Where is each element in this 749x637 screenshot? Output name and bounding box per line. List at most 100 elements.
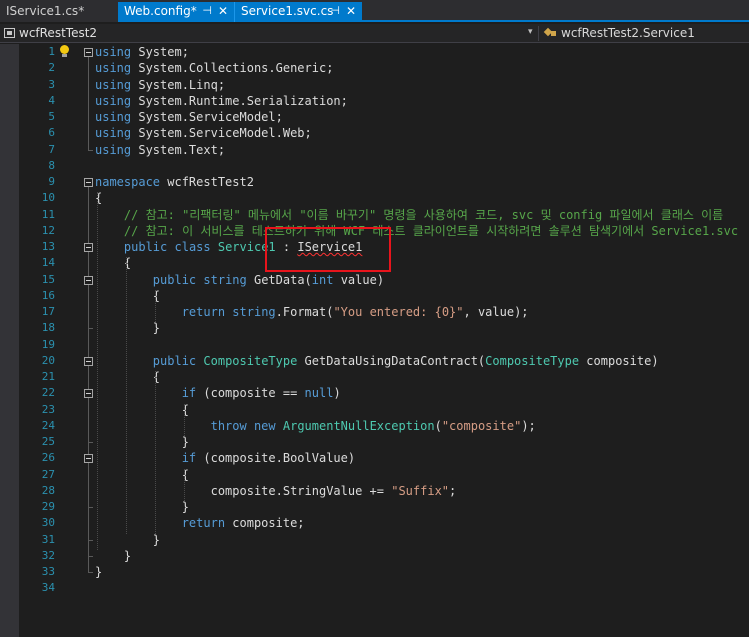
code-line: public string GetData(int value) [95, 272, 384, 288]
line-number: 1 [48, 45, 55, 58]
outline-line [88, 284, 89, 329]
tab-label: IService1.cs* [6, 4, 85, 18]
code-token: return [181, 305, 226, 319]
code-token: using [95, 126, 132, 141]
code-area[interactable]: using System; using System.Collections.Ge… [95, 44, 749, 637]
tab-service1-svc-cs[interactable]: Service1.svc.cs ⊣ ✕ [234, 2, 362, 22]
line-number: 26 [41, 451, 55, 465]
code-token: composite; [225, 516, 305, 531]
code-token: string [232, 305, 276, 319]
code-token: } [95, 565, 103, 579]
chevron-down-icon[interactable]: ▾ [528, 27, 533, 37]
lightbulb-icon[interactable] [59, 45, 69, 59]
code-line: } [95, 499, 189, 515]
tab-iservice1-cs[interactable]: IService1.cs* [0, 2, 118, 22]
outline-line [88, 398, 89, 442]
outline-end [88, 555, 93, 557]
code-token: composite) [579, 353, 659, 368]
line-number: 31 [41, 532, 55, 546]
code-line: // 참고: 이 서비스를 테스트하기 위해 WCF 테스트 클라이언트를 시작… [95, 223, 738, 239]
code-token: System.ServiceModel.Web; [131, 126, 312, 141]
code-token: { [95, 288, 161, 303]
code-token: CompositeType [203, 353, 298, 368]
collapse-icon[interactable] [84, 356, 93, 366]
code-token: { [95, 191, 103, 206]
line-number: 9 [48, 175, 55, 188]
code-token: "You entered: {0}" [333, 305, 464, 319]
code-token: "composite" [441, 418, 522, 433]
indent-guide [154, 371, 156, 534]
code-line: } [95, 564, 102, 580]
collapse-icon[interactable] [84, 454, 93, 464]
line-number: 15 [41, 272, 55, 286]
collapse-icon[interactable] [84, 275, 93, 285]
outline-end [88, 328, 93, 330]
code-token: public [152, 272, 197, 287]
line-number: 33 [41, 565, 55, 578]
line-number: 7 [48, 142, 55, 156]
code-token: { [95, 467, 189, 482]
code-token: new [253, 418, 276, 433]
code-line: { [95, 467, 189, 483]
line-number: 2 [48, 61, 55, 75]
collapse-icon[interactable] [84, 48, 93, 57]
outline-end [88, 442, 93, 443]
code-token: System.Text; [131, 142, 226, 157]
outline-line [88, 57, 89, 150]
line-number: 4 [48, 93, 55, 107]
collapse-icon[interactable] [84, 178, 93, 187]
pin-icon[interactable]: ⊣ [330, 2, 340, 20]
close-icon[interactable]: ✕ [218, 2, 228, 20]
member-dropdown[interactable]: wcfRestTest2.Service1 [545, 24, 695, 43]
line-number: 13 [41, 240, 55, 253]
code-line: } [95, 434, 189, 450]
code-token: , value); [463, 305, 529, 319]
code-token: "Suffix" [391, 483, 450, 498]
code-line: } [95, 548, 131, 564]
pin-icon[interactable]: ⊣ [202, 2, 212, 20]
outline-end [88, 149, 93, 151]
code-line: if (composite == null) [95, 385, 341, 401]
line-number: 14 [41, 256, 55, 270]
code-token: } [95, 532, 161, 547]
code-token: GetDataUsingDataContract( [297, 353, 486, 368]
code-token: .Format( [275, 305, 334, 319]
code-token: // 참고: 이 서비스를 테스트하기 위해 WCF 테스트 클라이언트를 시작… [95, 223, 739, 238]
code-line: using System; [95, 44, 189, 60]
code-token: } [95, 548, 132, 563]
line-number: 17 [41, 305, 55, 318]
line-number: 10 [41, 191, 55, 205]
code-editor[interactable]: 1 2 3 4 5 6 7 8 9 10 11 12 13 14 15 16 17 18 19 20 21 22 23 24 2… [0, 44, 749, 637]
line-number-gutter: 1 2 3 4 5 6 7 8 9 10 11 12 13 14 15 16 17 18 19 20 21 22 23 24 2… [19, 44, 59, 637]
code-line: namespace wcfRestTest2 [95, 174, 254, 190]
close-icon[interactable]: ✕ [346, 2, 356, 20]
code-line: if (composite.BoolValue) [95, 450, 355, 466]
indent-guide [183, 468, 185, 501]
divider [538, 26, 539, 41]
code-token: throw [210, 418, 247, 433]
code-token: if [181, 451, 197, 466]
code-token: wcfRestTest2 [160, 175, 254, 189]
collapse-icon[interactable] [84, 389, 93, 399]
code-token: } [95, 321, 161, 336]
code-token: using [95, 77, 132, 92]
project-label: wcfRestTest2 [19, 26, 98, 40]
code-token: using [95, 61, 132, 76]
highlight-box [265, 227, 391, 272]
code-line: // 참고: "리팩터링" 메뉴에서 "이름 바꾸기" 명령을 사용하여 코드,… [95, 207, 723, 223]
navigation-bar: wcfRestTest2 ▾ wcfRestTest2.Service1 [0, 24, 749, 43]
code-token: System; [131, 45, 189, 59]
collapse-icon[interactable] [84, 243, 93, 252]
code-token: System.Linq; [131, 77, 226, 92]
code-token: ; [449, 483, 457, 498]
code-token: value) [333, 272, 385, 287]
tab-web-config[interactable]: Web.config* ⊣ ✕ [118, 2, 234, 22]
code-token: // 참고: "리팩터링" 메뉴에서 "이름 바꾸기" 명령을 사용하여 코드,… [95, 207, 724, 222]
code-token: int [311, 272, 334, 287]
project-dropdown[interactable]: wcfRestTest2 [4, 24, 97, 43]
